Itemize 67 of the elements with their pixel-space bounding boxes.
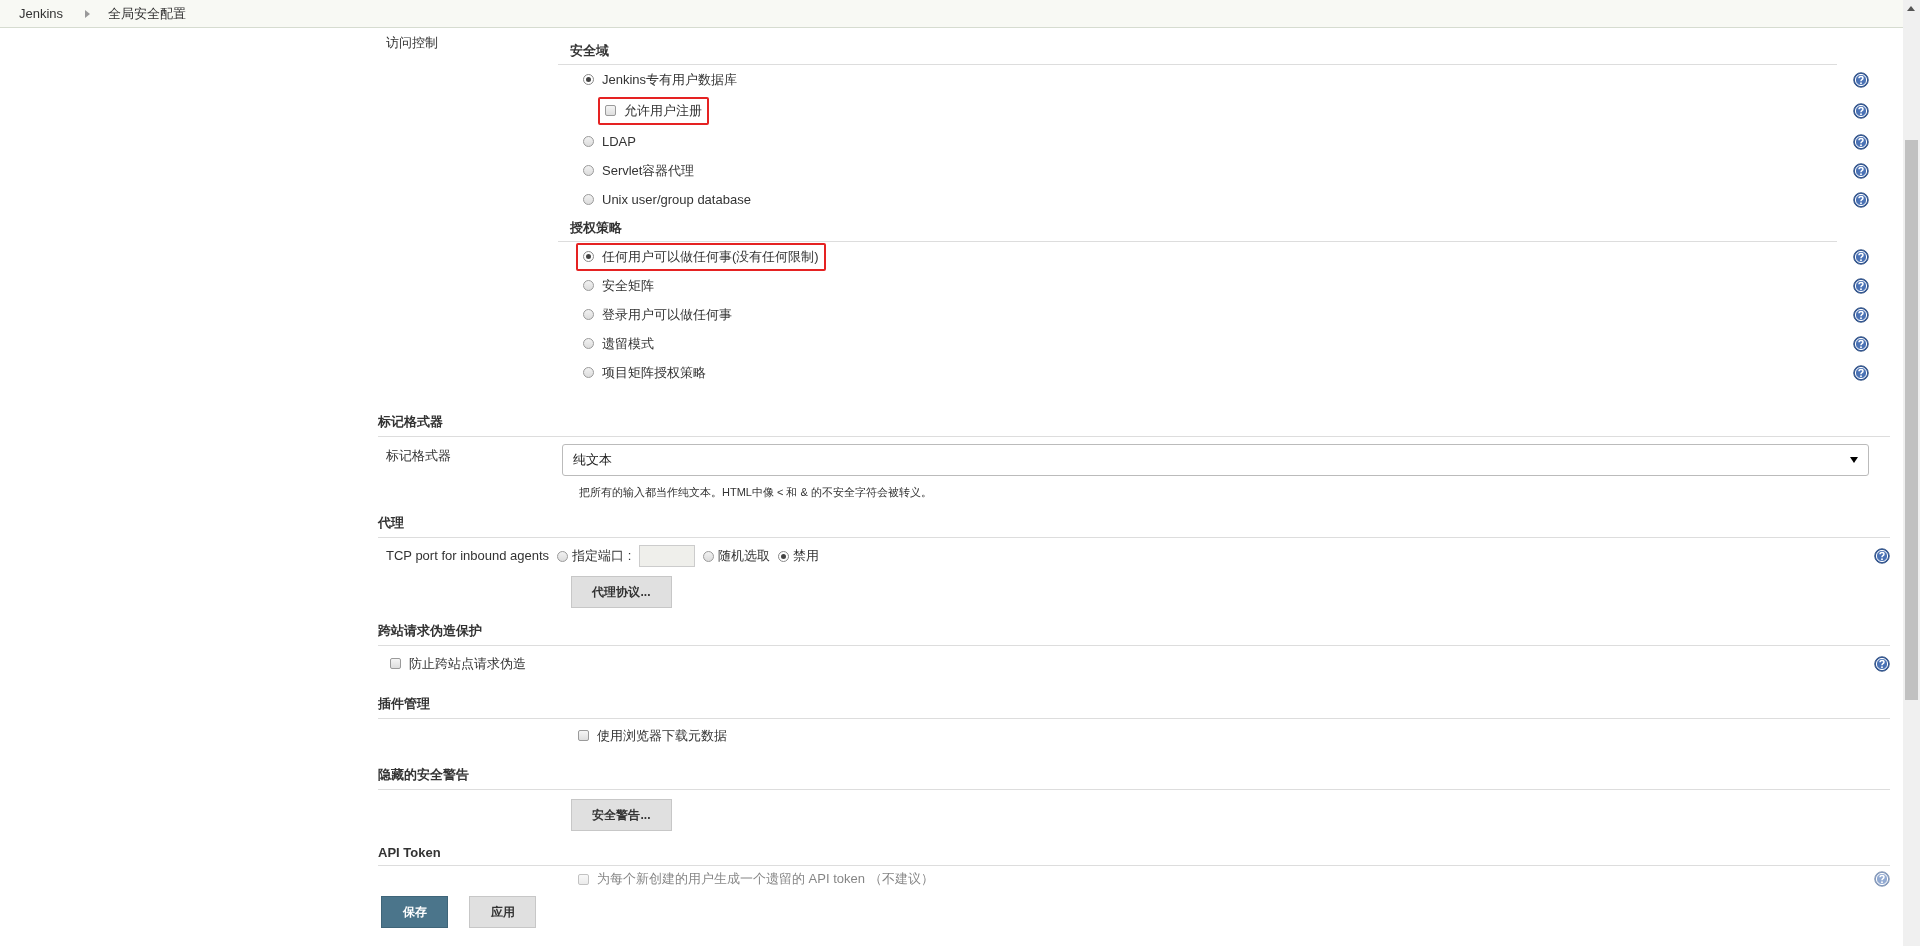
option-label: LDAP xyxy=(602,134,636,149)
help-icon[interactable] xyxy=(1853,191,1869,208)
field-label: TCP port for inbound agents xyxy=(385,547,551,565)
option-label: 遗留模式 xyxy=(602,334,654,353)
section-heading: 安全域 xyxy=(558,28,1837,65)
option-label: Jenkins专有用户数据库 xyxy=(602,70,738,89)
breadcrumb-link[interactable]: Jenkins xyxy=(19,6,64,21)
help-icon[interactable] xyxy=(1853,133,1869,150)
scrollbar[interactable] xyxy=(1903,0,1920,946)
description-text: 把所有的输入都当作纯文本。HTML中像 < 和 & 的不安全字符会被转义。 xyxy=(578,485,933,500)
help-icon[interactable] xyxy=(1853,277,1869,294)
help-icon[interactable] xyxy=(1853,102,1869,119)
radio-button[interactable] xyxy=(583,74,594,85)
help-icon[interactable] xyxy=(1853,306,1869,323)
section-heading: 隐藏的安全警告 xyxy=(378,752,1890,790)
radio-button[interactable] xyxy=(583,338,594,349)
section-heading: 授权策略 xyxy=(558,214,1837,242)
section-heading: 标记格式器 xyxy=(378,399,1890,437)
radio-button[interactable] xyxy=(583,136,594,147)
help-icon[interactable] xyxy=(1874,655,1890,672)
format-select[interactable]: 纯文本 xyxy=(562,444,1869,476)
section-heading: 插件管理 xyxy=(378,681,1890,719)
port-input[interactable] xyxy=(639,545,696,567)
caret-icon xyxy=(1850,457,1858,463)
radio-button[interactable] xyxy=(583,194,594,205)
help-icon[interactable] xyxy=(1853,71,1869,88)
radio-button[interactable] xyxy=(583,165,594,176)
security-warnings-button[interactable]: 安全警告... xyxy=(571,799,672,831)
radio-button[interactable] xyxy=(583,367,594,378)
checkbox[interactable] xyxy=(578,730,589,741)
checkbox-label: 允许用户注册 xyxy=(624,101,702,120)
help-icon[interactable] xyxy=(1853,248,1869,265)
agent-protocols-button[interactable]: 代理协议... xyxy=(571,576,672,608)
option-label: 安全矩阵 xyxy=(602,276,654,295)
help-icon[interactable] xyxy=(1874,548,1890,564)
radio-button[interactable] xyxy=(583,280,594,291)
option-label: Servlet容器代理 xyxy=(602,161,695,180)
option-label: 任何用户可以做任何事(没有任何限制) xyxy=(602,247,819,266)
section-heading: 跨站请求伪造保护 xyxy=(378,608,1890,646)
field-label: 访问控制 xyxy=(385,34,439,52)
checkbox-label: 防止跨站点请求伪造 xyxy=(409,654,526,673)
radio-button[interactable] xyxy=(583,251,594,262)
help-icon[interactable] xyxy=(1853,364,1869,381)
option-label: 项目矩阵授权策略 xyxy=(602,363,706,382)
checkbox[interactable] xyxy=(605,105,616,116)
help-icon[interactable] xyxy=(1853,335,1869,352)
radio-button[interactable] xyxy=(583,309,594,320)
chevron-icon xyxy=(85,9,91,18)
section-heading: API Token xyxy=(378,831,1890,866)
help-icon[interactable] xyxy=(1853,162,1869,179)
radio-button[interactable] xyxy=(703,550,715,562)
section-heading: 代理 xyxy=(378,500,1890,538)
option-label: Unix user/group database xyxy=(602,192,751,207)
breadcrumb-link[interactable]: 全局安全配置 xyxy=(108,4,187,23)
radio-button[interactable] xyxy=(557,550,569,562)
option-label: 禁用 xyxy=(793,547,820,565)
scroll-up-icon[interactable] xyxy=(1907,6,1915,11)
checkbox-label: 使用浏览器下载元数据 xyxy=(597,726,727,745)
checkbox[interactable] xyxy=(390,658,401,669)
field-label: 标记格式器 xyxy=(385,447,452,465)
save-button[interactable]: 保存 xyxy=(381,896,448,928)
radio-button[interactable] xyxy=(778,550,790,562)
apply-button[interactable]: 应用 xyxy=(469,896,536,928)
option-label: 登录用户可以做任何事 xyxy=(602,305,732,324)
option-label: 指定端口 : xyxy=(572,547,632,565)
option-label: 随机选取 xyxy=(718,547,771,565)
checkbox[interactable] xyxy=(578,873,589,885)
